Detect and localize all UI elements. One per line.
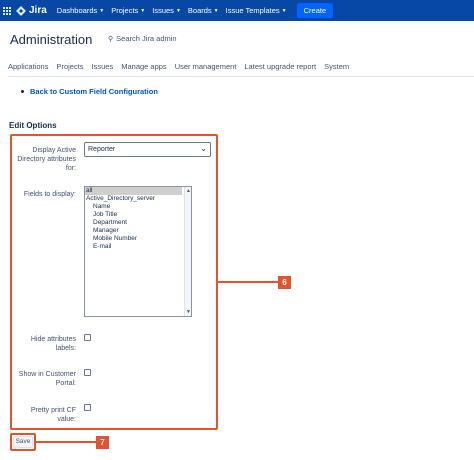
show-in-portal-label: Show in Customer Portal:	[14, 370, 76, 388]
nav-dashboards-label: Dashboards	[56, 6, 98, 15]
tab-manage-apps[interactable]: Manage apps	[121, 62, 166, 71]
nav-projects[interactable]: Projects ▼	[111, 6, 145, 15]
nav-boards-label: Boards	[187, 6, 212, 15]
bullet-icon	[21, 90, 24, 93]
page-title: Administration	[10, 32, 93, 47]
pretty-print-label-line1: Pretty print CF	[30, 407, 76, 414]
callout-badge-7: 7	[96, 436, 109, 449]
tab-projects[interactable]: Projects	[56, 62, 83, 71]
hide-labels-label-line2: labels:	[55, 345, 76, 352]
nav-dashboards[interactable]: Dashboards ▼	[57, 6, 104, 15]
pretty-print-label: Pretty print CF value:	[14, 406, 76, 424]
tab-applications[interactable]: Applications	[8, 62, 48, 71]
display-attributes-label-line2: Directory attributes	[17, 156, 76, 163]
tabs-divider	[8, 76, 474, 77]
display-attributes-label: Display Active Directory attributes for:	[14, 146, 76, 173]
save-button[interactable]: Save	[13, 436, 33, 448]
fields-to-display-label: Fields to display:	[23, 191, 76, 198]
tab-issues[interactable]: Issues	[92, 62, 114, 71]
admin-tabs: Applications Projects Issues Manage apps…	[8, 62, 357, 71]
pretty-print-label-line2: value:	[57, 416, 76, 423]
admin-search-placeholder: Search Jira admin	[116, 34, 177, 43]
callout-connector	[36, 441, 96, 443]
nav-issues-label: Issues	[152, 6, 174, 15]
display-attributes-label-line1: Display Active	[32, 147, 76, 154]
app-switcher-icon[interactable]	[3, 6, 11, 15]
tab-latest-upgrade-report[interactable]: Latest upgrade report	[244, 62, 316, 71]
nav-issue-templates[interactable]: Issue Templates ▼	[226, 6, 287, 15]
create-button[interactable]: Create	[296, 3, 334, 18]
list-item[interactable]: Manager	[85, 227, 191, 235]
list-item[interactable]: E-mail	[85, 243, 191, 251]
listbox-scrollbar[interactable]: ▲ ▼	[184, 187, 191, 316]
back-to-custom-field-link[interactable]: Back to Custom Field Configuration	[30, 87, 158, 96]
chevron-down-icon: ▼	[99, 7, 105, 14]
show-in-portal-checkbox[interactable]	[84, 369, 91, 376]
list-item[interactable]: Name	[85, 203, 191, 211]
callout-badge-6: 6	[278, 276, 291, 289]
tab-user-management[interactable]: User management	[175, 62, 237, 71]
jira-logo-icon	[16, 5, 26, 16]
list-item[interactable]: Active_Directory_server	[85, 195, 191, 203]
nav-boards[interactable]: Boards ▼	[188, 6, 219, 15]
pretty-print-checkbox[interactable]	[84, 404, 91, 411]
list-item[interactable]: all	[85, 187, 182, 195]
jira-logo[interactable]: Jira	[16, 5, 47, 16]
top-navigation-bar: Jira Dashboards ▼ Projects ▼ Issues ▼ Board…	[0, 0, 474, 21]
list-item[interactable]: Department	[85, 219, 191, 227]
admin-search[interactable]: ⚲ Search Jira admin	[108, 34, 177, 43]
hide-labels-checkbox[interactable]	[84, 334, 91, 341]
scroll-up-icon[interactable]: ▲	[186, 188, 191, 194]
fields-to-display-listbox[interactable]: all Active_Directory_server Name Job Tit…	[84, 186, 192, 317]
tab-system[interactable]: System	[324, 62, 349, 71]
hide-labels-label-line1: Hide attributes	[30, 336, 76, 343]
hide-labels-label: Hide attributes labels:	[14, 335, 76, 353]
search-icon: ⚲	[108, 35, 114, 43]
list-item[interactable]: Job Title	[85, 211, 191, 219]
chevron-down-icon: ▼	[175, 7, 181, 14]
list-item[interactable]: Mobile Number	[85, 235, 191, 243]
callout-connector	[218, 281, 278, 283]
save-highlight-box: Save	[10, 433, 36, 451]
display-attributes-label-line3: for:	[65, 165, 76, 172]
section-title: Edit Options	[9, 121, 57, 130]
scroll-down-icon[interactable]: ▼	[186, 309, 191, 315]
nav-projects-label: Projects	[111, 6, 139, 15]
chevron-down-icon: ▼	[140, 7, 146, 14]
show-in-portal-label-line1: Show in Customer	[18, 371, 76, 378]
show-in-portal-label-line2: Portal:	[55, 380, 76, 387]
nav-issue-templates-label: Issue Templates	[225, 6, 280, 15]
back-link-item[interactable]: Back to Custom Field Configuration	[21, 87, 158, 96]
display-attributes-value: Reporter	[88, 146, 116, 153]
chevron-down-icon: ▼	[213, 7, 219, 14]
nav-issues[interactable]: Issues ▼	[152, 6, 181, 15]
display-attributes-select[interactable]: Reporter ⌄	[84, 142, 211, 157]
jira-logo-text: Jira	[29, 5, 47, 16]
chevron-down-icon: ⌄	[200, 144, 207, 153]
chevron-down-icon: ▼	[281, 7, 287, 14]
